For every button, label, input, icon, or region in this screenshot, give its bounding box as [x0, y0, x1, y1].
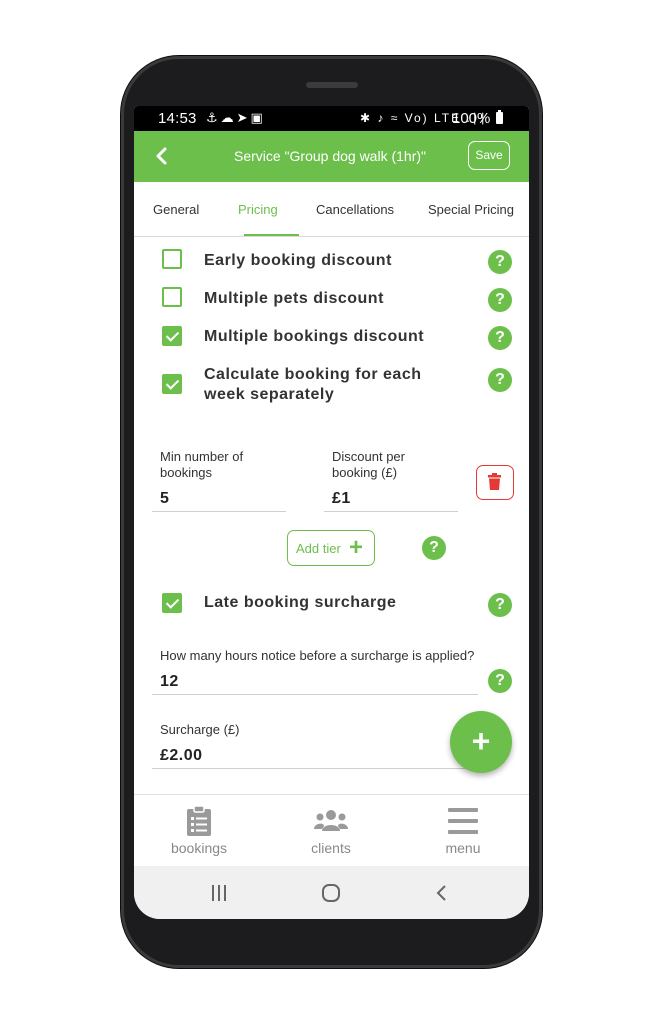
save-button[interactable]: Save — [468, 141, 510, 170]
phone-screen: 14:53 ⚓☁➤▣ ✱ ♪ ≈ Vo) LTE .∣∣ 100% Servic… — [134, 106, 529, 919]
back-nav-icon[interactable] — [432, 883, 452, 903]
discount-per-booking-label-line2: booking (£) — [332, 465, 398, 480]
system-navigation-bar — [134, 866, 529, 919]
status-time: 14:53 — [158, 110, 197, 127]
battery-icon — [496, 110, 503, 124]
home-icon[interactable] — [320, 882, 342, 904]
status-bar: 14:53 ⚓☁➤▣ ✱ ♪ ≈ Vo) LTE .∣∣ 100% — [134, 106, 529, 131]
early-booking-label: Early booking discount — [204, 252, 392, 269]
discount-per-booking-input[interactable]: £1 — [324, 486, 458, 512]
nav-bookings-label: bookings — [170, 840, 228, 856]
tab-general[interactable]: General — [153, 202, 199, 217]
tab-cancellations[interactable]: Cancellations — [316, 202, 394, 217]
late-booking-label: Late booking surcharge — [204, 594, 397, 611]
multiple-bookings-checkbox[interactable] — [162, 326, 182, 346]
battery-percent: 100% — [452, 110, 491, 127]
add-fab-button[interactable]: + — [450, 711, 512, 773]
calculate-weekly-label-line2: week separately — [204, 386, 335, 403]
calculate-weekly-help-icon[interactable]: ? — [488, 368, 512, 392]
nav-bookings[interactable]: bookings — [149, 795, 249, 867]
hamburger-menu-icon — [448, 808, 478, 834]
multiple-pets-help-icon[interactable]: ? — [488, 288, 512, 312]
recent-apps-icon[interactable] — [209, 883, 229, 903]
notification-icons: ⚓☁➤▣ — [206, 110, 266, 125]
multiple-pets-checkbox[interactable] — [162, 287, 182, 307]
early-booking-checkbox[interactable] — [162, 249, 182, 269]
add-tier-help-icon[interactable]: ? — [422, 536, 446, 560]
multiple-pets-label: Multiple pets discount — [204, 290, 384, 307]
delete-tier-button[interactable] — [476, 465, 514, 500]
early-booking-help-icon[interactable]: ? — [488, 250, 512, 274]
tab-special-pricing[interactable]: Special Pricing — [428, 202, 514, 217]
add-tier-button[interactable]: Add tier + — [287, 530, 375, 566]
nav-clients-label: clients — [311, 840, 351, 856]
app-bar: Service "Group dog walk (1hr)" Save — [134, 131, 529, 182]
min-bookings-label-line2: bookings — [160, 465, 213, 480]
page-title: Service "Group dog walk (1hr)" — [233, 148, 426, 164]
chevron-left-icon — [156, 147, 167, 165]
back-button[interactable] — [148, 141, 176, 171]
tab-bar: General Pricing Cancellations Special Pr… — [134, 182, 529, 237]
surcharge-amount-input[interactable]: £2.00 — [152, 743, 478, 769]
add-tier-label: Add tier — [296, 541, 341, 556]
nav-menu-label: menu — [445, 840, 481, 856]
min-bookings-label-line1: Min number of — [160, 449, 244, 464]
tab-pricing[interactable]: Pricing — [238, 202, 278, 217]
multiple-bookings-label: Multiple bookings discount — [204, 328, 425, 345]
nav-menu[interactable]: menu — [413, 795, 513, 867]
late-booking-checkbox[interactable] — [162, 593, 182, 613]
clipboard-icon — [187, 805, 211, 836]
notice-hours-help-icon[interactable]: ? — [488, 669, 512, 693]
calculate-weekly-label-line1: Calculate booking for each — [204, 366, 422, 383]
discount-per-booking-label-line1: Discount per — [332, 449, 405, 464]
late-booking-help-icon[interactable]: ? — [488, 593, 512, 617]
notice-hours-input[interactable]: 12 — [152, 669, 478, 695]
bottom-navigation: bookings clients menu — [134, 794, 529, 867]
min-bookings-input[interactable]: 5 — [152, 486, 286, 512]
users-icon — [314, 810, 348, 831]
active-tab-indicator — [244, 234, 299, 236]
plus-icon: + — [349, 534, 364, 561]
calculate-weekly-checkbox[interactable] — [162, 374, 182, 394]
multiple-bookings-help-icon[interactable]: ? — [488, 326, 512, 350]
earpiece-speaker — [306, 82, 358, 88]
nav-clients[interactable]: clients — [281, 795, 381, 867]
surcharge-amount-label: Surcharge (£) — [160, 722, 240, 737]
trash-icon — [487, 472, 501, 490]
notice-hours-label: How many hours notice before a surcharge… — [160, 648, 475, 663]
